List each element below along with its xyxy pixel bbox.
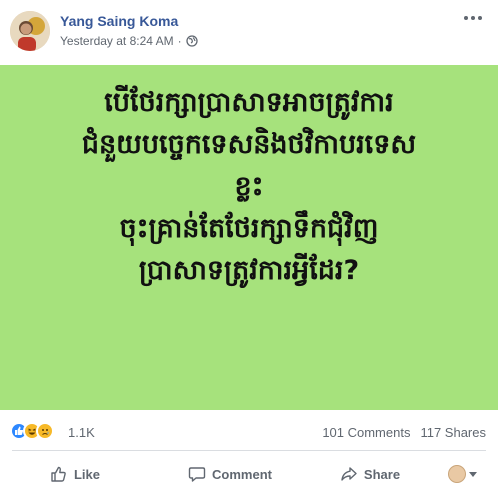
post-actions: Like Comment Share (0, 456, 498, 492)
post-image-text: បើថែរក្សាប្រាសាទអាចត្រូវការ ជំនួយបច្ចេកទ… (0, 82, 498, 292)
image-text-line: ចុះគ្រាន់តែថែរក្សាទឹកជុំវិញ (119, 213, 379, 244)
thumbs-up-icon (51, 466, 66, 482)
sad-reaction-icon (36, 422, 54, 440)
like-label: Like (73, 466, 100, 482)
comments-count[interactable]: 101 Comments (322, 425, 410, 440)
reaction-audience-selector[interactable] (448, 465, 477, 483)
reactions-bar: 1.1K 101 Comments 117 Shares (0, 418, 498, 446)
globe-icon[interactable] (185, 35, 198, 47)
image-text-line: ខ្លះ (234, 171, 264, 202)
post-meta: Yesterday at 8:24 AM · (60, 34, 198, 48)
comment-label: Comment (212, 466, 272, 482)
reaction-icons[interactable] (10, 422, 54, 442)
timestamp[interactable]: Yesterday at 8:24 AM (60, 34, 174, 48)
author-avatar[interactable] (10, 11, 50, 51)
image-text-line: ជំនួយបច្ចេកទេសនិងថវិកាបរទេស (81, 129, 417, 160)
divider (12, 450, 486, 451)
image-text-line: បើថែរក្សាប្រាសាទអាចត្រូវការ (104, 87, 394, 118)
comment-button[interactable]: Comment (150, 458, 310, 490)
author-name[interactable]: Yang Saing Koma (60, 13, 178, 29)
image-text-line: ប្រាសាទត្រូវការអ្វីដែរ? (138, 255, 360, 286)
reaction-count[interactable]: 1.1K (68, 425, 95, 440)
share-button[interactable]: Share (310, 458, 430, 490)
post-stats: 101 Comments 117 Shares (322, 425, 486, 440)
chevron-down-icon (469, 471, 477, 477)
shares-count[interactable]: 117 Shares (420, 425, 486, 440)
comment-icon (188, 467, 206, 482)
post-header: Yang Saing Koma Yesterday at 8:24 AM · (0, 0, 498, 64)
user-avatar (448, 465, 466, 483)
more-options-icon[interactable] (464, 12, 482, 24)
like-button[interactable]: Like (0, 458, 150, 490)
share-label: Share (363, 466, 401, 482)
share-icon (341, 467, 357, 481)
meta-separator: · (177, 34, 182, 48)
